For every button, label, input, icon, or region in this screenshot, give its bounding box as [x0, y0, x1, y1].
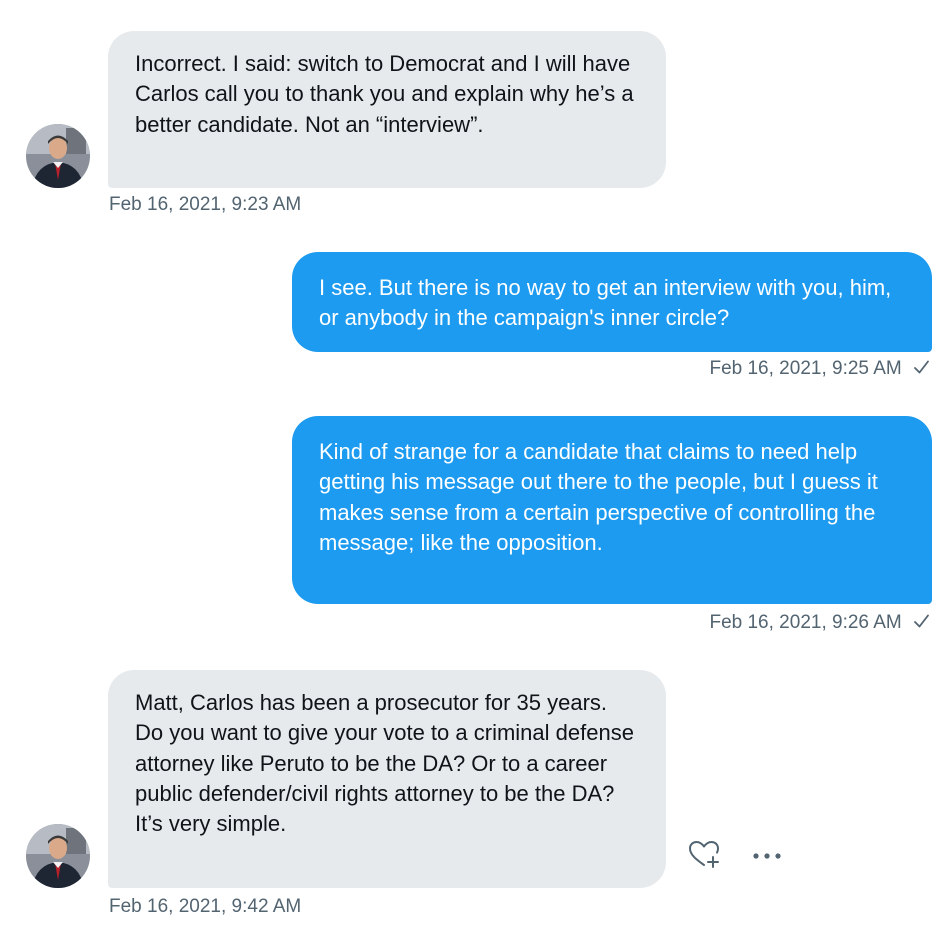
- heart-plus-icon: [687, 838, 721, 875]
- check-icon: [913, 613, 930, 636]
- avatar-photo: [26, 824, 90, 888]
- message-bubble-incoming[interactable]: Matt, Carlos has been a prosecutor for 3…: [108, 670, 666, 888]
- message-timestamp: Feb 16, 2021, 9:23 AM: [109, 194, 302, 215]
- sender-avatar[interactable]: [26, 824, 90, 888]
- message-timestamp: Feb 16, 2021, 9:25 AM: [709, 358, 930, 382]
- message-bubble-incoming[interactable]: Incorrect. I said: switch to Democrat an…: [108, 31, 666, 188]
- sender-avatar[interactable]: [26, 124, 90, 188]
- message-bubble-outgoing[interactable]: I see. But there is no way to get an int…: [292, 252, 932, 352]
- message-timestamp: Feb 16, 2021, 9:42 AM: [109, 896, 302, 917]
- check-icon: [913, 359, 930, 382]
- more-horizontal-icon: [751, 847, 783, 865]
- react-button[interactable]: [684, 838, 724, 874]
- more-button[interactable]: [748, 840, 786, 872]
- avatar-photo: [26, 124, 90, 188]
- message-bubble-outgoing[interactable]: Kind of strange for a candidate that cla…: [292, 416, 932, 604]
- message-timestamp: Feb 16, 2021, 9:26 AM: [709, 612, 930, 636]
